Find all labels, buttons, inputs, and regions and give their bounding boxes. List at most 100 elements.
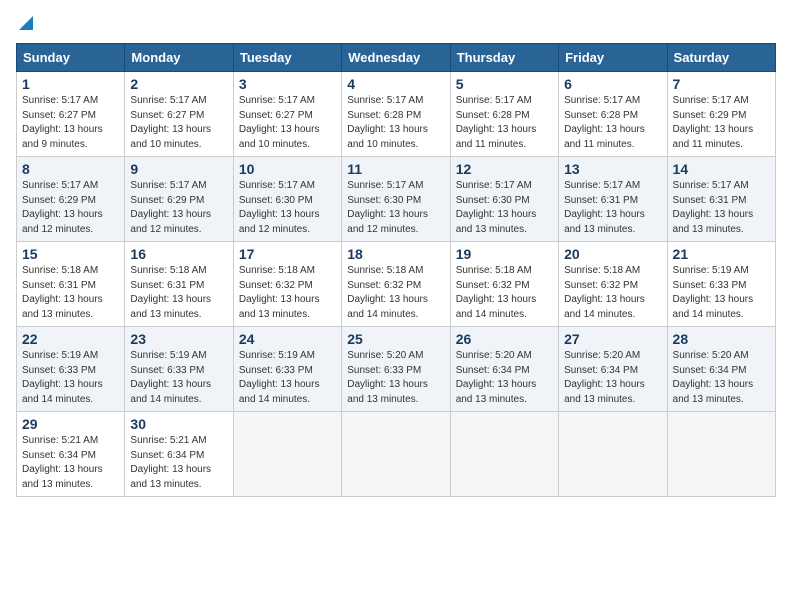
calendar-cell <box>342 412 450 497</box>
day-info: Sunrise: 5:17 AMSunset: 6:29 PMDaylight:… <box>130 180 211 235</box>
calendar-cell: 26 Sunrise: 5:20 AMSunset: 6:34 PMDaylig… <box>450 327 558 412</box>
calendar-week-4: 22 Sunrise: 5:19 AMSunset: 6:33 PMDaylig… <box>17 327 776 412</box>
day-info: Sunrise: 5:17 AMSunset: 6:27 PMDaylight:… <box>239 95 320 150</box>
calendar-cell: 16 Sunrise: 5:18 AMSunset: 6:31 PMDaylig… <box>125 242 233 327</box>
calendar-cell: 13 Sunrise: 5:17 AMSunset: 6:31 PMDaylig… <box>559 157 667 242</box>
day-number: 2 <box>130 76 227 92</box>
day-info: Sunrise: 5:18 AMSunset: 6:31 PMDaylight:… <box>22 265 103 320</box>
weekday-header-wednesday: Wednesday <box>342 44 450 72</box>
day-info: Sunrise: 5:19 AMSunset: 6:33 PMDaylight:… <box>130 350 211 405</box>
weekday-header-sunday: Sunday <box>17 44 125 72</box>
calendar-cell: 24 Sunrise: 5:19 AMSunset: 6:33 PMDaylig… <box>233 327 341 412</box>
calendar: SundayMondayTuesdayWednesdayThursdayFrid… <box>16 43 776 497</box>
calendar-cell: 27 Sunrise: 5:20 AMSunset: 6:34 PMDaylig… <box>559 327 667 412</box>
day-number: 14 <box>673 161 770 177</box>
day-info: Sunrise: 5:18 AMSunset: 6:32 PMDaylight:… <box>564 265 645 320</box>
calendar-cell: 5 Sunrise: 5:17 AMSunset: 6:28 PMDayligh… <box>450 72 558 157</box>
day-info: Sunrise: 5:21 AMSunset: 6:34 PMDaylight:… <box>22 435 103 490</box>
weekday-header-saturday: Saturday <box>667 44 775 72</box>
day-number: 17 <box>239 246 336 262</box>
day-info: Sunrise: 5:21 AMSunset: 6:34 PMDaylight:… <box>130 435 211 490</box>
calendar-week-3: 15 Sunrise: 5:18 AMSunset: 6:31 PMDaylig… <box>17 242 776 327</box>
calendar-week-2: 8 Sunrise: 5:17 AMSunset: 6:29 PMDayligh… <box>17 157 776 242</box>
header <box>16 16 776 35</box>
calendar-cell: 7 Sunrise: 5:17 AMSunset: 6:29 PMDayligh… <box>667 72 775 157</box>
day-info: Sunrise: 5:17 AMSunset: 6:31 PMDaylight:… <box>564 180 645 235</box>
calendar-cell: 3 Sunrise: 5:17 AMSunset: 6:27 PMDayligh… <box>233 72 341 157</box>
calendar-cell: 22 Sunrise: 5:19 AMSunset: 6:33 PMDaylig… <box>17 327 125 412</box>
calendar-cell: 1 Sunrise: 5:17 AMSunset: 6:27 PMDayligh… <box>17 72 125 157</box>
day-number: 27 <box>564 331 661 347</box>
weekday-header-monday: Monday <box>125 44 233 72</box>
day-info: Sunrise: 5:17 AMSunset: 6:30 PMDaylight:… <box>456 180 537 235</box>
day-number: 20 <box>564 246 661 262</box>
weekday-header-tuesday: Tuesday <box>233 44 341 72</box>
day-info: Sunrise: 5:17 AMSunset: 6:28 PMDaylight:… <box>564 95 645 150</box>
day-info: Sunrise: 5:17 AMSunset: 6:27 PMDaylight:… <box>130 95 211 150</box>
calendar-cell: 18 Sunrise: 5:18 AMSunset: 6:32 PMDaylig… <box>342 242 450 327</box>
day-number: 30 <box>130 416 227 432</box>
calendar-cell: 30 Sunrise: 5:21 AMSunset: 6:34 PMDaylig… <box>125 412 233 497</box>
day-info: Sunrise: 5:17 AMSunset: 6:30 PMDaylight:… <box>347 180 428 235</box>
day-info: Sunrise: 5:17 AMSunset: 6:27 PMDaylight:… <box>22 95 103 150</box>
day-info: Sunrise: 5:20 AMSunset: 6:33 PMDaylight:… <box>347 350 428 405</box>
calendar-cell: 19 Sunrise: 5:18 AMSunset: 6:32 PMDaylig… <box>450 242 558 327</box>
logo <box>16 16 33 35</box>
day-number: 9 <box>130 161 227 177</box>
day-number: 5 <box>456 76 553 92</box>
day-info: Sunrise: 5:18 AMSunset: 6:32 PMDaylight:… <box>239 265 320 320</box>
day-number: 26 <box>456 331 553 347</box>
day-info: Sunrise: 5:19 AMSunset: 6:33 PMDaylight:… <box>673 265 754 320</box>
day-info: Sunrise: 5:20 AMSunset: 6:34 PMDaylight:… <box>673 350 754 405</box>
weekday-header-thursday: Thursday <box>450 44 558 72</box>
logo-arrow-icon <box>19 16 33 35</box>
day-number: 24 <box>239 331 336 347</box>
day-info: Sunrise: 5:18 AMSunset: 6:31 PMDaylight:… <box>130 265 211 320</box>
calendar-cell: 11 Sunrise: 5:17 AMSunset: 6:30 PMDaylig… <box>342 157 450 242</box>
day-number: 1 <box>22 76 119 92</box>
calendar-cell: 20 Sunrise: 5:18 AMSunset: 6:32 PMDaylig… <box>559 242 667 327</box>
calendar-cell: 9 Sunrise: 5:17 AMSunset: 6:29 PMDayligh… <box>125 157 233 242</box>
day-number: 21 <box>673 246 770 262</box>
calendar-cell: 28 Sunrise: 5:20 AMSunset: 6:34 PMDaylig… <box>667 327 775 412</box>
calendar-cell: 10 Sunrise: 5:17 AMSunset: 6:30 PMDaylig… <box>233 157 341 242</box>
day-number: 25 <box>347 331 444 347</box>
day-number: 3 <box>239 76 336 92</box>
day-number: 8 <box>22 161 119 177</box>
day-number: 23 <box>130 331 227 347</box>
day-info: Sunrise: 5:20 AMSunset: 6:34 PMDaylight:… <box>456 350 537 405</box>
day-number: 4 <box>347 76 444 92</box>
calendar-cell: 6 Sunrise: 5:17 AMSunset: 6:28 PMDayligh… <box>559 72 667 157</box>
day-number: 12 <box>456 161 553 177</box>
calendar-cell: 12 Sunrise: 5:17 AMSunset: 6:30 PMDaylig… <box>450 157 558 242</box>
day-info: Sunrise: 5:18 AMSunset: 6:32 PMDaylight:… <box>456 265 537 320</box>
calendar-cell: 21 Sunrise: 5:19 AMSunset: 6:33 PMDaylig… <box>667 242 775 327</box>
day-info: Sunrise: 5:17 AMSunset: 6:28 PMDaylight:… <box>347 95 428 150</box>
calendar-cell: 15 Sunrise: 5:18 AMSunset: 6:31 PMDaylig… <box>17 242 125 327</box>
day-number: 16 <box>130 246 227 262</box>
calendar-cell: 23 Sunrise: 5:19 AMSunset: 6:33 PMDaylig… <box>125 327 233 412</box>
day-info: Sunrise: 5:20 AMSunset: 6:34 PMDaylight:… <box>564 350 645 405</box>
weekday-header-friday: Friday <box>559 44 667 72</box>
day-number: 19 <box>456 246 553 262</box>
day-number: 18 <box>347 246 444 262</box>
day-info: Sunrise: 5:17 AMSunset: 6:29 PMDaylight:… <box>22 180 103 235</box>
calendar-cell: 8 Sunrise: 5:17 AMSunset: 6:29 PMDayligh… <box>17 157 125 242</box>
day-info: Sunrise: 5:18 AMSunset: 6:32 PMDaylight:… <box>347 265 428 320</box>
day-info: Sunrise: 5:17 AMSunset: 6:30 PMDaylight:… <box>239 180 320 235</box>
calendar-cell <box>559 412 667 497</box>
day-number: 15 <box>22 246 119 262</box>
day-number: 10 <box>239 161 336 177</box>
calendar-week-1: 1 Sunrise: 5:17 AMSunset: 6:27 PMDayligh… <box>17 72 776 157</box>
calendar-cell <box>450 412 558 497</box>
calendar-cell: 14 Sunrise: 5:17 AMSunset: 6:31 PMDaylig… <box>667 157 775 242</box>
calendar-cell: 29 Sunrise: 5:21 AMSunset: 6:34 PMDaylig… <box>17 412 125 497</box>
day-number: 29 <box>22 416 119 432</box>
calendar-cell: 17 Sunrise: 5:18 AMSunset: 6:32 PMDaylig… <box>233 242 341 327</box>
day-number: 6 <box>564 76 661 92</box>
calendar-cell: 25 Sunrise: 5:20 AMSunset: 6:33 PMDaylig… <box>342 327 450 412</box>
day-number: 11 <box>347 161 444 177</box>
day-number: 22 <box>22 331 119 347</box>
day-number: 7 <box>673 76 770 92</box>
calendar-cell <box>667 412 775 497</box>
